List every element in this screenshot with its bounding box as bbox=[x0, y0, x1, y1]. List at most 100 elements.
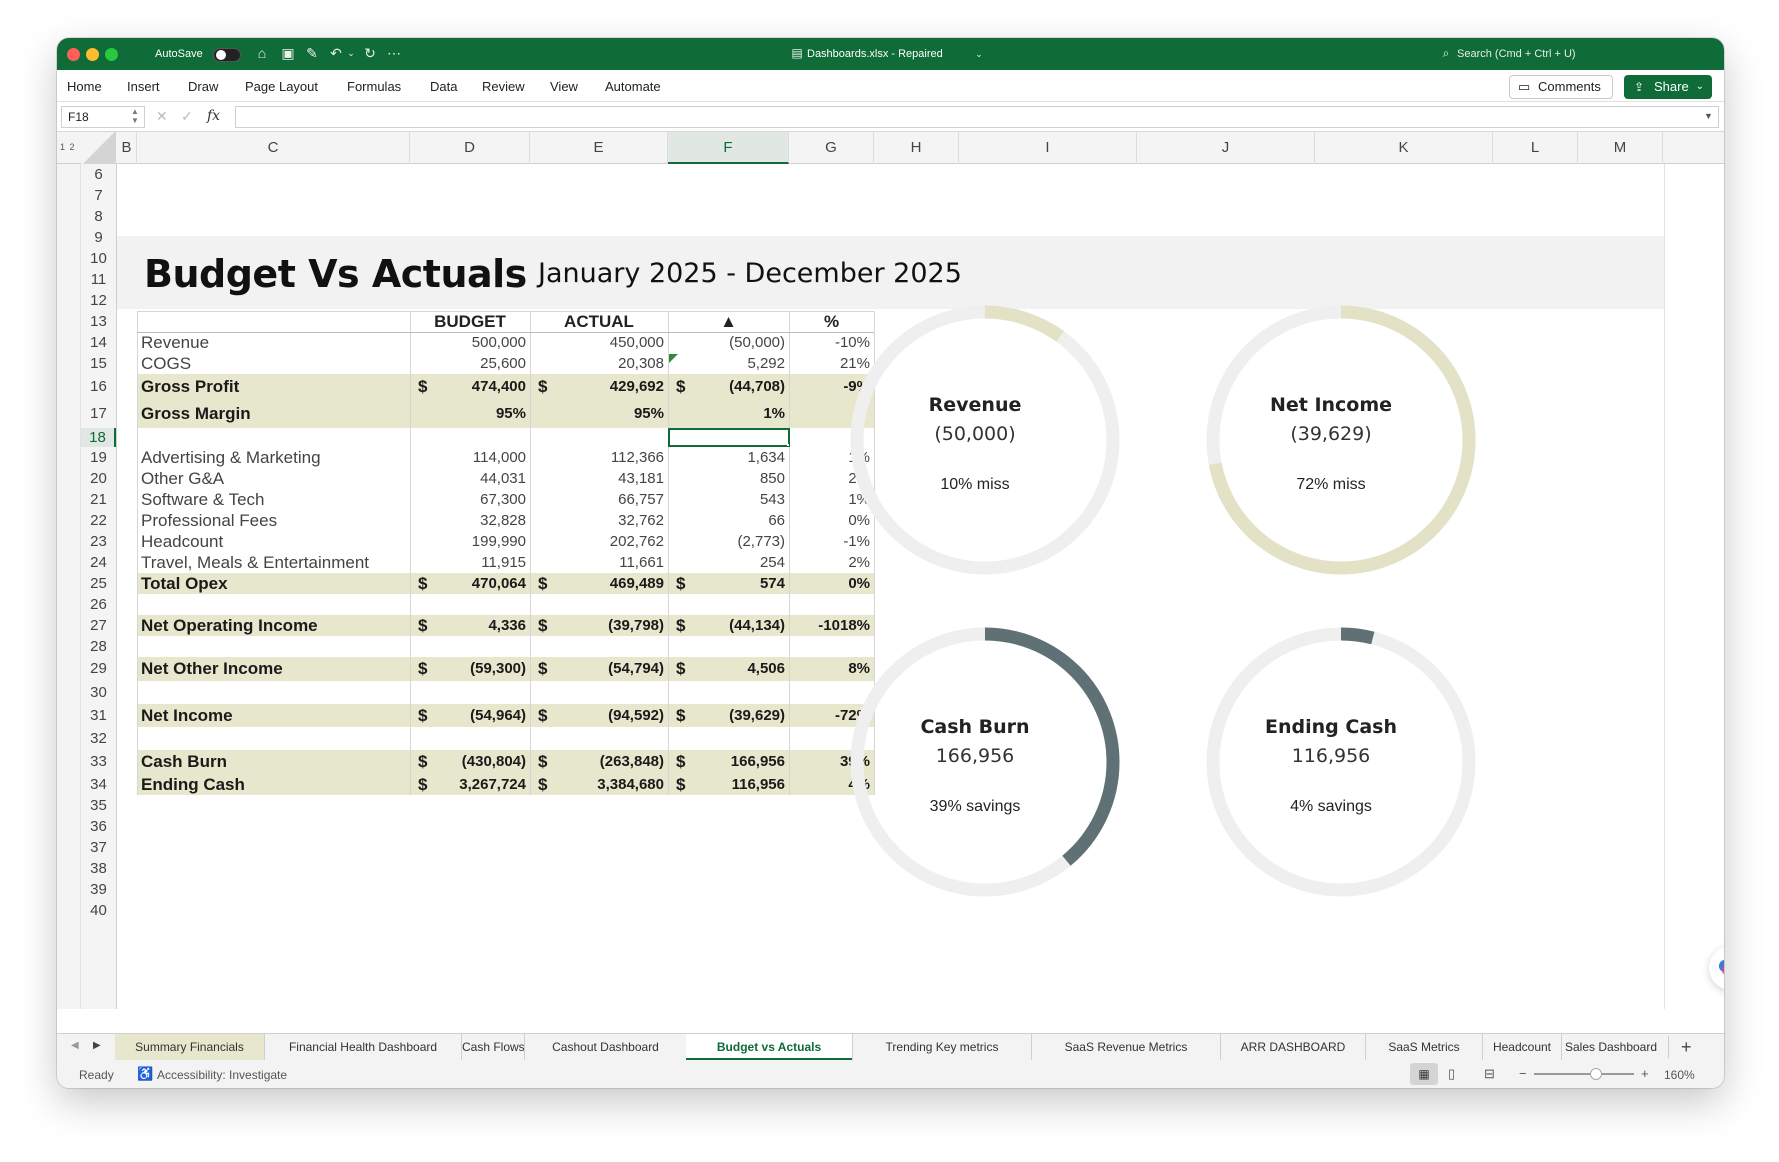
normal-view-button[interactable]: ▦ bbox=[1410, 1063, 1438, 1085]
page-layout-view-button[interactable]: ▯ bbox=[1448, 1066, 1455, 1082]
row-header[interactable]: 38 bbox=[81, 858, 116, 879]
edit-icon[interactable]: ✎ bbox=[303, 44, 321, 62]
sheet-tab[interactable]: Financial Health Dashboard bbox=[264, 1034, 461, 1060]
selected-cell-f18[interactable] bbox=[668, 428, 790, 447]
row-header[interactable]: 25 bbox=[81, 573, 116, 594]
row-header[interactable]: 21 bbox=[81, 489, 116, 510]
column-header-m[interactable]: M bbox=[1578, 132, 1663, 164]
close-window-button[interactable] bbox=[67, 48, 80, 61]
page-break-view-button[interactable]: ⊟ bbox=[1484, 1066, 1495, 1082]
name-box-stepper-icon[interactable]: ▲ ▼ bbox=[131, 107, 139, 125]
zoom-in-button[interactable]: + bbox=[1641, 1066, 1649, 1081]
row-header[interactable]: 24 bbox=[81, 552, 116, 573]
outline-level-buttons[interactable]: 1 2 bbox=[60, 142, 76, 152]
row-header[interactable]: 23 bbox=[81, 531, 116, 552]
cancel-icon[interactable]: ✕ bbox=[156, 108, 168, 125]
row-header[interactable]: 30 bbox=[81, 681, 116, 704]
column-header-i[interactable]: I bbox=[959, 132, 1137, 164]
row-header[interactable]: 7 bbox=[81, 185, 116, 206]
accessibility-icon[interactable]: ♿ bbox=[137, 1066, 153, 1082]
row-header[interactable]: 6 bbox=[81, 164, 116, 185]
sheet-tab[interactable]: Budget vs Actuals bbox=[686, 1034, 852, 1060]
sheet-tab[interactable]: Summary Financials bbox=[115, 1034, 264, 1060]
fx-button[interactable]: fx bbox=[207, 108, 220, 124]
sheet-tab[interactable]: Headcount bbox=[1482, 1034, 1561, 1060]
formula-input[interactable] bbox=[235, 106, 1719, 128]
column-header-l[interactable]: L bbox=[1493, 132, 1578, 164]
sheet-tab[interactable]: ARR DASHBOARD bbox=[1220, 1034, 1365, 1060]
row-header[interactable]: 14 bbox=[81, 332, 116, 353]
column-header-e[interactable]: E bbox=[530, 132, 668, 164]
row-header[interactable]: 35 bbox=[81, 795, 116, 816]
menu-draw[interactable]: Draw bbox=[188, 79, 218, 94]
row-header[interactable]: 37 bbox=[81, 837, 116, 858]
sheet-tab[interactable]: Cashout Dashboard bbox=[524, 1034, 686, 1060]
redo-icon[interactable]: ↻ bbox=[361, 44, 379, 62]
row-header[interactable]: 12 bbox=[81, 290, 116, 311]
zoom-level[interactable]: 160% bbox=[1664, 1068, 1695, 1082]
select-all-corner[interactable] bbox=[81, 132, 116, 164]
row-header[interactable]: 34 bbox=[81, 774, 116, 795]
row-header[interactable]: 11 bbox=[81, 269, 116, 290]
column-header-k[interactable]: K bbox=[1315, 132, 1493, 164]
column-header-g[interactable]: G bbox=[789, 132, 874, 164]
column-header-h[interactable]: H bbox=[874, 132, 959, 164]
sheet-tab[interactable]: SaaS Metrics bbox=[1365, 1034, 1482, 1060]
row-header[interactable]: 33 bbox=[81, 750, 116, 774]
fill-handle[interactable] bbox=[787, 444, 789, 446]
row-header[interactable]: 36 bbox=[81, 816, 116, 837]
menu-automate[interactable]: Automate bbox=[605, 79, 661, 94]
row-header[interactable]: 10 bbox=[81, 248, 116, 269]
chevron-down-icon[interactable]: ⌄ bbox=[342, 44, 360, 62]
save-icon[interactable]: ▣ bbox=[279, 44, 297, 62]
row-header[interactable]: 9 bbox=[81, 227, 116, 248]
row-header[interactable]: 18 bbox=[81, 428, 116, 447]
row-header[interactable]: 29 bbox=[81, 657, 116, 681]
row-header[interactable]: 20 bbox=[81, 468, 116, 489]
menu-data[interactable]: Data bbox=[430, 79, 457, 94]
share-button[interactable]: ⇪ Share ⌄ bbox=[1624, 75, 1712, 99]
column-header-c[interactable]: C bbox=[137, 132, 410, 164]
row-header[interactable]: 22 bbox=[81, 510, 116, 531]
title-chevron-down-icon[interactable]: ⌄ bbox=[970, 45, 988, 63]
row-header[interactable]: 26 bbox=[81, 594, 116, 615]
formula-expand-icon[interactable]: ▼ bbox=[1704, 111, 1713, 121]
comments-button[interactable]: ▭ Comments bbox=[1509, 75, 1613, 99]
row-header[interactable]: 8 bbox=[81, 206, 116, 227]
menu-review[interactable]: Review bbox=[482, 79, 525, 94]
scroll-tabs-right-icon[interactable]: ▶ bbox=[93, 1040, 101, 1051]
row-header[interactable]: 16 bbox=[81, 374, 116, 400]
sheet-tab[interactable]: Sales Dashboard bbox=[1561, 1034, 1660, 1060]
column-header-j[interactable]: J bbox=[1137, 132, 1315, 164]
row-header[interactable]: 32 bbox=[81, 727, 116, 750]
minimize-window-button[interactable] bbox=[86, 48, 99, 61]
row-header[interactable]: 31 bbox=[81, 704, 116, 727]
menu-home[interactable]: Home bbox=[67, 79, 102, 94]
zoom-window-button[interactable] bbox=[105, 48, 118, 61]
copilot-button[interactable] bbox=[1709, 946, 1724, 990]
zoom-out-button[interactable]: − bbox=[1519, 1066, 1527, 1081]
sheet-grid[interactable]: Budget Vs Actuals January 2025 - Decembe… bbox=[117, 164, 1724, 1009]
row-header[interactable]: 39 bbox=[81, 879, 116, 900]
row-header[interactable]: 13 bbox=[81, 311, 116, 332]
autosave-toggle[interactable] bbox=[213, 48, 241, 62]
menu-view[interactable]: View bbox=[550, 79, 578, 94]
zoom-slider-thumb[interactable] bbox=[1590, 1068, 1602, 1080]
column-header-d[interactable]: D bbox=[410, 132, 530, 164]
zoom-slider[interactable] bbox=[1534, 1068, 1634, 1080]
menu-page-layout[interactable]: Page Layout bbox=[245, 79, 318, 94]
row-header[interactable]: 27 bbox=[81, 615, 116, 636]
row-header[interactable]: 17 bbox=[81, 400, 116, 428]
row-header[interactable]: 28 bbox=[81, 636, 116, 657]
column-header-b[interactable]: B bbox=[117, 132, 137, 164]
more-icon[interactable]: ⋯ bbox=[385, 44, 403, 62]
search-icon[interactable]: ⌕ bbox=[1437, 44, 1455, 62]
error-indicator-icon[interactable] bbox=[669, 354, 678, 363]
file-title[interactable]: Dashboards.xlsx - Repaired bbox=[807, 48, 943, 60]
sheet-tab[interactable]: Trending Key metrics bbox=[852, 1034, 1031, 1060]
accessibility-status[interactable]: Accessibility: Investigate bbox=[157, 1068, 287, 1082]
row-header[interactable]: 15 bbox=[81, 353, 116, 374]
search-box[interactable]: Search (Cmd + Ctrl + U) bbox=[1457, 48, 1576, 60]
menu-insert[interactable]: Insert bbox=[127, 79, 160, 94]
column-header-f[interactable]: F bbox=[668, 132, 789, 164]
